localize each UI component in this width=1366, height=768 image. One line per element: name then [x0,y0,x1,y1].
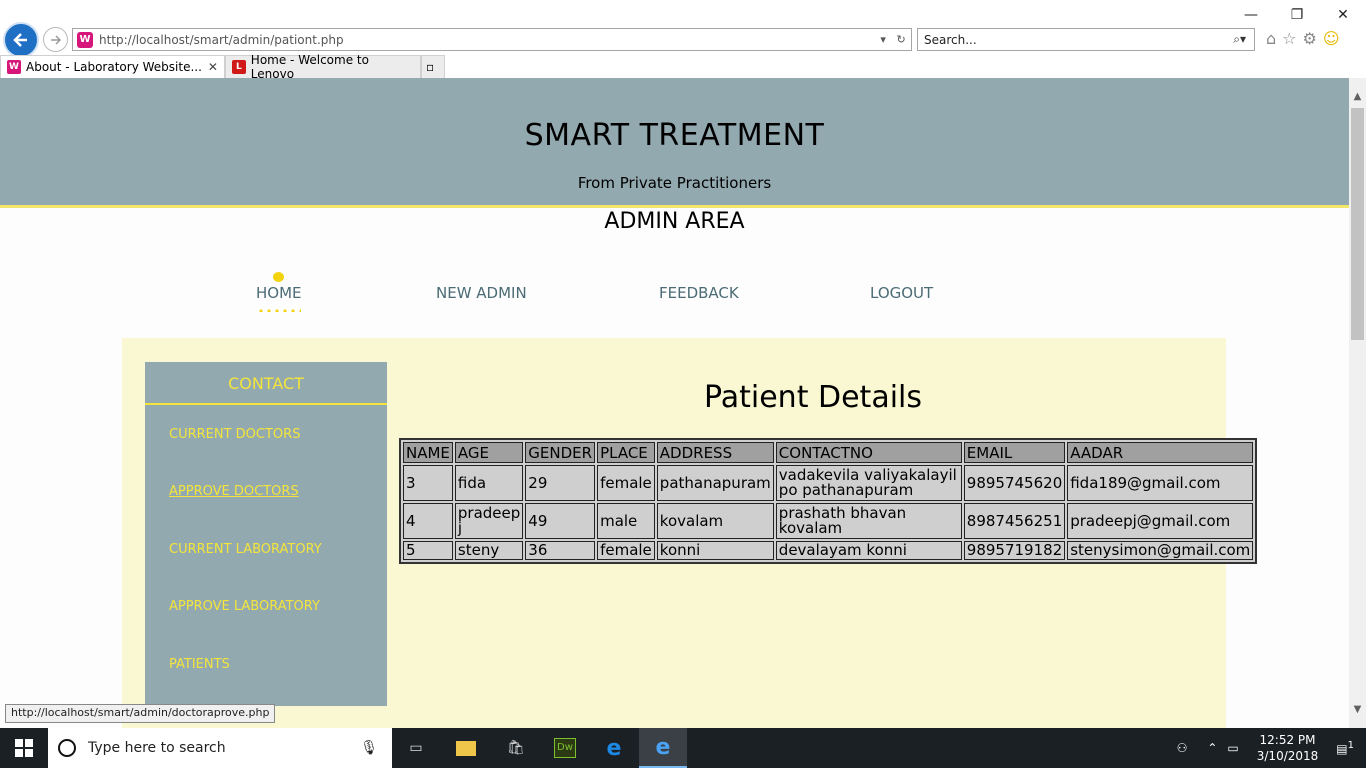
site-subtitle: From Private Practitioners [577,174,772,192]
site-title: SMART TREATMENT [524,118,825,153]
col-aadar: AADAR [1067,442,1254,463]
new-tab-button[interactable]: ▫ [420,55,445,78]
url-text[interactable]: http://localhost/smart/admin/pationt.php [99,33,875,47]
smiley-icon[interactable]: ☺ [1323,29,1340,48]
battery-icon[interactable]: ▭ [1227,741,1238,755]
site-header: SMART TREATMENT From Private Practitione… [0,78,1349,205]
active-indicator-icon [273,272,284,282]
sidebar: CONTACT CURRENT DOCTORS APPROVE DOCTORS … [145,362,387,706]
scroll-down-icon[interactable]: ▼ [1349,701,1366,718]
close-tab-icon[interactable]: ✕ [208,60,218,74]
active-dots [257,309,301,312]
cortana-icon [58,739,76,757]
nav-feedback[interactable]: FEEDBACK [659,284,739,302]
sidebar-divider [145,403,387,405]
tab-lenovo[interactable]: L Home - Welcome to Lenovo [224,53,421,81]
table-row: 3 fida 29 female pathanapuram vadakevila… [403,465,1254,501]
file-explorer-icon[interactable] [442,728,490,768]
gear-icon[interactable]: ⚙ [1303,29,1317,48]
sidebar-item-patients[interactable]: PATIENTS [169,657,230,672]
sidebar-item-approve-laboratory[interactable]: APPROVE LABORATORY [169,599,320,614]
col-place: PLACE [597,442,655,463]
clock[interactable]: 12:52 PM 3/10/2018 [1257,732,1319,764]
page-viewport: SMART TREATMENT From Private Practitione… [0,78,1349,728]
forward-button[interactable] [43,27,68,52]
dropdown-icon[interactable]: ▾ [880,33,886,46]
col-address: ADDRESS [656,442,774,463]
taskbar-search-input[interactable]: Type here to search 🎙 [48,728,392,768]
start-button[interactable] [0,728,48,768]
sidebar-item-approve-doctors[interactable]: APPROVE DOCTORS [169,484,299,499]
favorites-star-icon[interactable]: ☆ [1282,29,1296,48]
tab-about[interactable]: W About - Laboratory Website... ✕ [0,55,225,78]
arrow-left-icon [13,33,27,47]
table-header-row: NAME AGE GENDER PLACE ADDRESS CONTACTNO … [403,442,1254,463]
browser-search-input[interactable]: Search... ⌕▾ [917,28,1255,51]
header-divider [0,205,1349,208]
vertical-scrollbar[interactable]: ▲ ▼ [1349,78,1366,728]
scroll-up-icon[interactable]: ▲ [1349,88,1366,105]
wamp-icon: W [77,31,93,48]
minimize-button[interactable]: — [1228,2,1274,28]
notification-icon[interactable]: ▤1 [1336,740,1354,756]
wamp-icon: W [7,60,21,74]
page-title: Patient Details [704,380,922,415]
dreamweaver-icon[interactable]: Dw [541,728,589,768]
status-bar-url: http://localhost/smart/admin/doctoraprov… [5,704,276,723]
table-row: 4 pradeep j 49 male kovalam prashath bha… [403,503,1254,539]
address-bar[interactable]: W http://localhost/smart/admin/pationt.p… [72,28,912,51]
col-email: EMAIL [963,442,1066,463]
table-row: 5 steny 36 female konni devalayam konni … [403,541,1254,560]
home-icon[interactable]: ⌂ [1266,29,1276,48]
close-button[interactable]: ✕ [1320,2,1366,28]
patient-table: NAME AGE GENDER PLACE ADDRESS CONTACTNO … [399,438,1258,564]
sidebar-item-current-doctors[interactable]: CURRENT DOCTORS [169,427,300,442]
col-name: NAME [403,442,453,463]
chevron-up-icon[interactable]: ⌃ [1207,741,1217,755]
col-contactno: CONTACTNO [775,442,962,463]
admin-area-heading: ADMIN AREA [604,209,745,234]
sidebar-item-current-laboratory[interactable]: CURRENT LABORATORY [169,542,322,557]
internet-explorer-icon[interactable]: e [639,728,687,768]
scroll-thumb[interactable] [1351,108,1364,340]
arrow-right-icon [50,34,61,45]
windows-logo-icon [15,739,33,757]
task-view-icon[interactable]: ▭ [392,728,440,768]
microphone-icon[interactable]: 🎙 [360,740,378,756]
browser-chrome: W http://localhost/smart/admin/pationt.p… [0,0,1366,81]
nav-home[interactable]: HOME [256,284,302,302]
back-button[interactable] [3,22,39,58]
search-icon[interactable]: ⌕▾ [1233,32,1246,47]
restore-button[interactable]: ❐ [1274,2,1320,28]
refresh-icon[interactable]: ↻ [896,33,905,46]
nav-new-admin[interactable]: NEW ADMIN [436,284,527,302]
new-tab-icon: ▫ [425,60,435,74]
col-age: AGE [454,442,524,463]
col-gender: GENDER [525,442,596,463]
sidebar-title: CONTACT [228,374,304,393]
tab-bar: W About - Laboratory Website... ✕ L Home… [0,53,445,81]
nav-logout[interactable]: LOGOUT [870,284,933,302]
taskbar: Type here to search 🎙 ▭ 🛍 Dw e e ⚇ ⌃ ▭ 1… [0,728,1366,768]
lenovo-icon: L [231,60,246,74]
people-icon[interactable]: ⚇ [1177,741,1188,755]
store-icon[interactable]: 🛍 [492,728,540,768]
edge-icon[interactable]: e [590,728,638,768]
